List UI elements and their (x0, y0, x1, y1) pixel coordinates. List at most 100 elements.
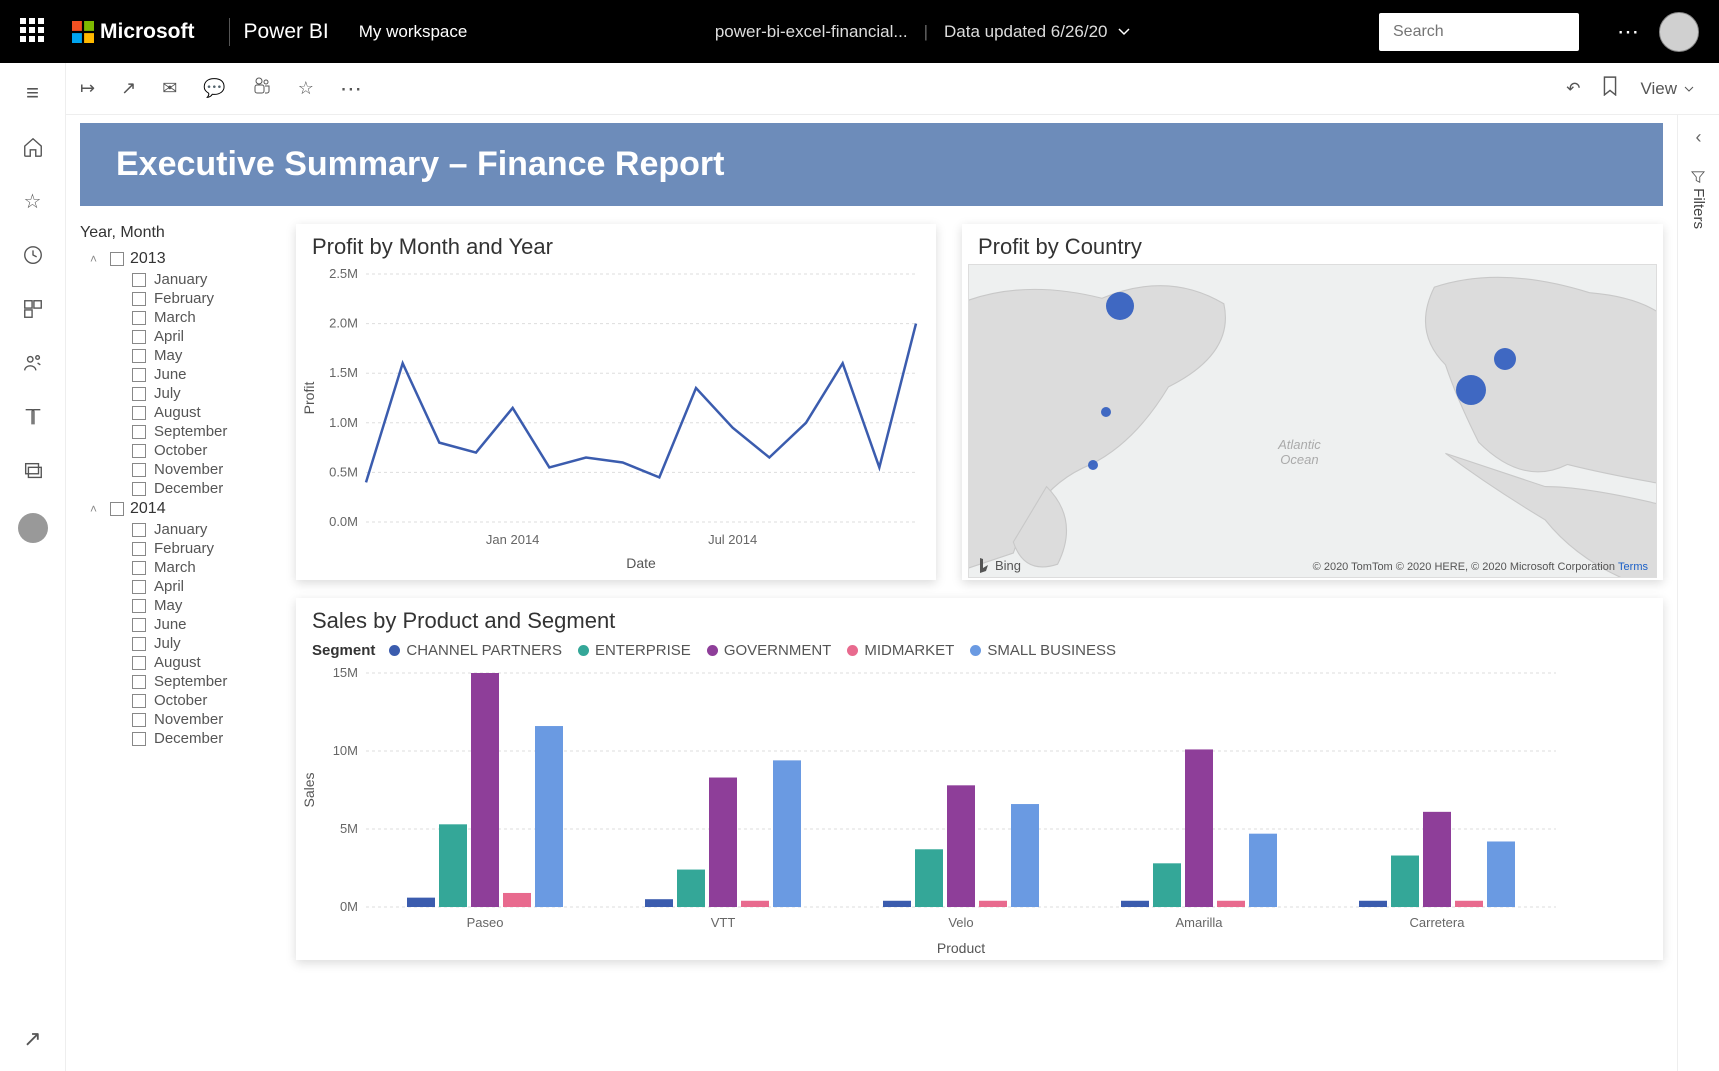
slicer-month-row[interactable]: September (80, 422, 280, 441)
report-canvas: Executive Summary – Finance Report Year,… (66, 115, 1677, 1071)
map-terms-link[interactable]: Terms (1618, 561, 1648, 573)
map-bubble-mexico[interactable] (1088, 460, 1098, 470)
svg-text:2.0M: 2.0M (329, 316, 358, 331)
view-menu[interactable]: View (1640, 79, 1695, 99)
user-avatar[interactable] (1659, 12, 1699, 52)
svg-text:Jan 2014: Jan 2014 (486, 532, 539, 547)
svg-text:1.0M: 1.0M (329, 415, 358, 430)
workspace-name[interactable]: My workspace (359, 22, 468, 42)
legend-item[interactable]: GOVERNMENT (707, 642, 832, 659)
teams-icon[interactable] (252, 76, 272, 101)
data-updated[interactable]: Data updated 6/26/20 (944, 22, 1132, 42)
slicer-month-row[interactable]: October (80, 691, 280, 710)
chart-title: Sales by Product and Segment (296, 598, 1663, 638)
slicer-month-row[interactable]: November (80, 460, 280, 479)
learn-icon[interactable] (21, 405, 45, 429)
map-bubble-germany[interactable] (1494, 348, 1516, 370)
svg-text:Profit: Profit (301, 382, 317, 415)
chevron-down-icon (1116, 24, 1132, 40)
sales-by-product-chart[interactable]: Sales by Product and Segment SegmentCHAN… (296, 598, 1663, 960)
email-icon[interactable]: ✉ (162, 78, 177, 99)
chevron-down-icon (1683, 83, 1695, 95)
slicer-month-row[interactable]: April (80, 327, 280, 346)
slicer-month-row[interactable]: August (80, 653, 280, 672)
share-icon[interactable]: ↗ (121, 78, 136, 99)
slicer-month-row[interactable]: June (80, 615, 280, 634)
svg-text:5M: 5M (340, 821, 358, 836)
legend-item[interactable]: MIDMARKET (847, 642, 954, 659)
file-name[interactable]: power-bi-excel-financial... (715, 22, 908, 42)
slicer-year-row[interactable]: ˄2013 (80, 248, 280, 270)
slicer-month-row[interactable]: June (80, 365, 280, 384)
legend-item[interactable]: CHANNEL PARTNERS (389, 642, 562, 659)
svg-text:Date: Date (626, 555, 656, 571)
favorites-icon[interactable]: ☆ (21, 189, 45, 213)
toolbar-left: ↦ ↗ ✉ 💬 ☆ ⋯ (80, 76, 364, 102)
svg-text:Amarilla: Amarilla (1176, 915, 1224, 930)
slicer-month-row[interactable]: October (80, 441, 280, 460)
my-workspace-avatar[interactable] (18, 513, 48, 543)
svg-text:Velo: Velo (948, 915, 973, 930)
slicer-month-row[interactable]: March (80, 308, 280, 327)
favorite-icon[interactable]: ☆ (298, 78, 314, 99)
svg-text:Carretera: Carretera (1410, 915, 1466, 930)
recent-icon[interactable] (21, 243, 45, 267)
search-box[interactable] (1379, 13, 1579, 51)
filters-label: Filters (1690, 188, 1707, 229)
map-area[interactable]: AtlanticOcean Bing © 2020 TomTom © 2020 … (968, 264, 1657, 578)
filters-pane-toggle[interactable]: Filters (1690, 170, 1707, 229)
map-bubble-france[interactable] (1456, 375, 1486, 405)
slicer-month-row[interactable]: July (80, 384, 280, 403)
slicer-month-row[interactable]: April (80, 577, 280, 596)
workspaces-icon[interactable] (21, 459, 45, 483)
legend-item[interactable]: ENTERPRISE (578, 642, 691, 659)
undo-icon[interactable]: ↶ (1566, 79, 1580, 99)
slicer-month-row[interactable]: March (80, 558, 280, 577)
more-options-icon[interactable]: ⋯ (1617, 19, 1641, 45)
slicer-month-row[interactable]: February (80, 539, 280, 558)
map-bubble-canada[interactable] (1106, 292, 1134, 320)
slicer-month-row[interactable]: May (80, 346, 280, 365)
slicer-month-row[interactable]: January (80, 520, 280, 539)
bookmark-icon[interactable] (1602, 76, 1618, 101)
slicer-month-row[interactable]: December (80, 729, 280, 748)
app-launcher-icon[interactable] (20, 18, 48, 46)
slicer-month-row[interactable]: August (80, 403, 280, 422)
profit-by-country-map[interactable]: Profit by Country AtlanticOcean (962, 224, 1663, 580)
updated-label: Data updated 6/26/20 (944, 22, 1108, 42)
svg-text:Paseo: Paseo (467, 915, 504, 930)
slicer-month-row[interactable]: September (80, 672, 280, 691)
toolbar-right: ↶ View (1566, 76, 1707, 101)
apps-icon[interactable] (21, 297, 45, 321)
slicer-month-row[interactable]: May (80, 596, 280, 615)
chart-title: Profit by Country (962, 224, 1663, 264)
legend-item[interactable]: SMALL BUSINESS (970, 642, 1116, 659)
search-input[interactable] (1393, 23, 1600, 41)
slicer-month-row[interactable]: January (80, 270, 280, 289)
profit-by-month-chart[interactable]: Profit by Month and Year 0.0M0.5M1.0M1.5… (296, 224, 936, 580)
slicer-month-row[interactable]: February (80, 289, 280, 308)
svg-text:Product: Product (937, 940, 985, 956)
shared-icon[interactable] (21, 351, 45, 375)
svg-text:VTT: VTT (711, 915, 736, 930)
svg-text:Sales: Sales (301, 772, 317, 807)
comment-icon[interactable]: 💬 (203, 78, 225, 99)
global-header: Microsoft Power BI My workspace power-bi… (0, 0, 1719, 63)
ocean-label: AtlanticOcean (1278, 437, 1321, 467)
collapse-filters-icon[interactable]: ‹ (1696, 127, 1702, 148)
export-icon[interactable]: ↦ (80, 78, 95, 99)
toolbar-more-icon[interactable]: ⋯ (340, 76, 364, 102)
slicer-month-row[interactable]: July (80, 634, 280, 653)
header-right: ⋯ (1379, 12, 1699, 52)
slicer-month-row[interactable]: December (80, 479, 280, 498)
map-bubble-usa[interactable] (1101, 407, 1111, 417)
slicer-year-row[interactable]: ˄2014 (80, 498, 280, 520)
chart-title: Profit by Month and Year (296, 224, 936, 264)
expand-icon[interactable]: ↗ (21, 1027, 45, 1051)
svg-text:0.0M: 0.0M (329, 514, 358, 529)
slicer-month-row[interactable]: November (80, 710, 280, 729)
hamburger-icon[interactable]: ≡ (21, 81, 45, 105)
date-slicer[interactable]: Year, Month ˄2013JanuaryFebruaryMarchApr… (80, 224, 280, 960)
home-icon[interactable] (21, 135, 45, 159)
map-attribution-left: Bing (977, 557, 1021, 573)
